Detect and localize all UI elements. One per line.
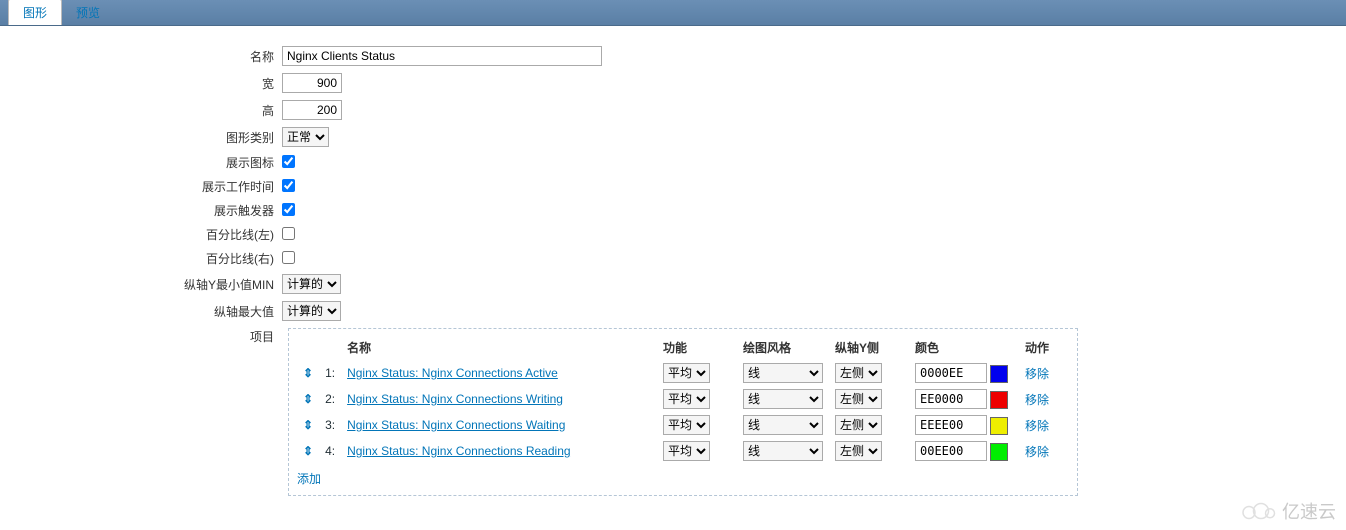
remove-link[interactable]: 移除 <box>1025 445 1049 459</box>
add-item-link[interactable]: 添加 <box>297 470 321 487</box>
label-show-triggers: 展示触发器 <box>0 202 282 219</box>
select-func[interactable]: 平均 <box>663 389 710 409</box>
col-action: 动作 <box>1019 335 1069 360</box>
label-width: 宽 <box>0 75 282 92</box>
watermark: 亿速云 <box>1240 498 1336 524</box>
checkbox-show-triggers[interactable] <box>282 203 295 216</box>
input-color[interactable] <box>915 415 987 435</box>
select-func[interactable]: 平均 <box>663 441 710 461</box>
color-swatch[interactable] <box>990 391 1008 409</box>
drag-handle-icon[interactable]: ⇕ <box>303 418 313 432</box>
label-percent-right: 百分比线(右) <box>0 250 282 267</box>
color-swatch[interactable] <box>990 417 1008 435</box>
input-width[interactable] <box>282 73 342 93</box>
table-row: ⇕ 4: Nginx Status: Nginx Connections Readi… <box>297 438 1069 464</box>
col-name: 名称 <box>341 335 657 360</box>
input-color[interactable] <box>915 389 987 409</box>
label-ymax: 纵轴最大值 <box>0 303 282 320</box>
col-color: 颜色 <box>909 335 1019 360</box>
item-name-link[interactable]: Nginx Status: Nginx Connections Writing <box>347 392 563 406</box>
drag-handle-icon[interactable]: ⇕ <box>303 366 313 380</box>
select-draw-style[interactable]: 线 <box>743 389 823 409</box>
select-func[interactable]: 平均 <box>663 415 710 435</box>
remove-link[interactable]: 移除 <box>1025 393 1049 407</box>
tab-preview[interactable]: 预览 <box>62 0 114 25</box>
remove-link[interactable]: 移除 <box>1025 367 1049 381</box>
tab-bar: 图形 预览 <box>0 0 1346 26</box>
select-yaxis-side[interactable]: 左侧 <box>835 415 882 435</box>
select-ymax[interactable]: 计算的 <box>282 301 341 321</box>
tab-graph[interactable]: 图形 <box>8 0 62 25</box>
label-show-worktime: 展示工作时间 <box>0 178 282 195</box>
col-yaxis: 纵轴Y侧 <box>829 335 909 360</box>
row-index: 1: <box>319 360 341 386</box>
remove-link[interactable]: 移除 <box>1025 419 1049 433</box>
items-box: 名称 功能 绘图风格 纵轴Y侧 颜色 动作 ⇕ 1: Nginx Status: N… <box>288 328 1078 496</box>
items-table: 名称 功能 绘图风格 纵轴Y侧 颜色 动作 ⇕ 1: Nginx Status: N… <box>297 335 1069 464</box>
checkbox-percent-right[interactable] <box>282 251 295 264</box>
row-index: 2: <box>319 386 341 412</box>
label-graph-type: 图形类别 <box>0 129 282 146</box>
label-show-legend: 展示图标 <box>0 154 282 171</box>
row-index: 4: <box>319 438 341 464</box>
input-name[interactable] <box>282 46 602 66</box>
checkbox-percent-left[interactable] <box>282 227 295 240</box>
col-style: 绘图风格 <box>737 335 829 360</box>
checkbox-show-worktime[interactable] <box>282 179 295 192</box>
drag-handle-icon[interactable]: ⇕ <box>303 444 313 458</box>
input-color[interactable] <box>915 363 987 383</box>
input-height[interactable] <box>282 100 342 120</box>
label-name: 名称 <box>0 48 282 65</box>
table-row: ⇕ 2: Nginx Status: Nginx Connections Writi… <box>297 386 1069 412</box>
label-height: 高 <box>0 102 282 119</box>
graph-form: 名称 宽 高 图形类别 正常 展示图标 展示工作时间 展示触发器 百分比线(左)… <box>0 26 1346 513</box>
table-row: ⇕ 1: Nginx Status: Nginx Connections Activ… <box>297 360 1069 386</box>
col-func: 功能 <box>657 335 737 360</box>
select-func[interactable]: 平均 <box>663 363 710 383</box>
item-name-link[interactable]: Nginx Status: Nginx Connections Active <box>347 366 558 380</box>
select-draw-style[interactable]: 线 <box>743 415 823 435</box>
item-name-link[interactable]: Nginx Status: Nginx Connections Reading <box>347 444 570 458</box>
label-ymin: 纵轴Y最小值MIN <box>0 276 282 293</box>
input-color[interactable] <box>915 441 987 461</box>
select-yaxis-side[interactable]: 左侧 <box>835 441 882 461</box>
select-draw-style[interactable]: 线 <box>743 363 823 383</box>
select-draw-style[interactable]: 线 <box>743 441 823 461</box>
select-graph-type[interactable]: 正常 <box>282 127 329 147</box>
color-swatch[interactable] <box>990 443 1008 461</box>
select-yaxis-side[interactable]: 左侧 <box>835 389 882 409</box>
checkbox-show-legend[interactable] <box>282 155 295 168</box>
color-swatch[interactable] <box>990 365 1008 383</box>
table-row: ⇕ 3: Nginx Status: Nginx Connections Waiti… <box>297 412 1069 438</box>
select-ymin[interactable]: 计算的 <box>282 274 341 294</box>
select-yaxis-side[interactable]: 左侧 <box>835 363 882 383</box>
label-percent-left: 百分比线(左) <box>0 226 282 243</box>
label-items: 项目 <box>0 328 282 345</box>
row-index: 3: <box>319 412 341 438</box>
item-name-link[interactable]: Nginx Status: Nginx Connections Waiting <box>347 418 565 432</box>
drag-handle-icon[interactable]: ⇕ <box>303 392 313 406</box>
